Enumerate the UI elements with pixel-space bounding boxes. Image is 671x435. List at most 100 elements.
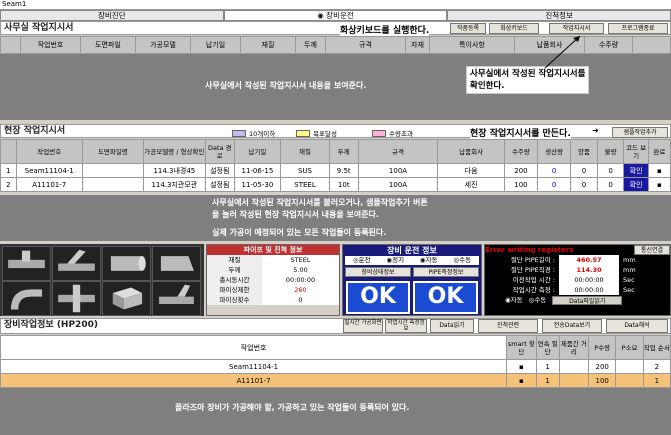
field-header-title: 현장 작업지시서 <box>4 126 66 136</box>
table-row[interactable]: 1 Seam11104-1 114.3내경45 설정됨 11-06-15 SUS… <box>0 163 671 178</box>
cell-pqty: 200 <box>588 359 617 374</box>
col-stock: 자재 <box>406 37 430 53</box>
th: 규격 <box>357 139 439 164</box>
window-title: Seam1 <box>0 0 671 10</box>
callout-keyboard: 화상키보드를 실행한다. <box>340 23 430 36</box>
cross-pipe-icon[interactable] <box>52 281 101 316</box>
elbow-pipe-icon[interactable] <box>2 281 51 316</box>
cell-good: 0 <box>570 163 598 178</box>
th: 연속 절단 <box>535 335 560 360</box>
status-label: 이전작업 시간 : <box>512 276 555 284</box>
tab-operation-label: 장비운전 <box>326 11 354 20</box>
run-options: ◎운전 ◉정지 ◉자동 ◎수동 <box>345 256 479 265</box>
box-pipe-icon[interactable] <box>102 281 151 316</box>
opt-stop[interactable]: ◉정지 <box>386 256 404 265</box>
cell-model: 114.3내경45 <box>142 163 206 178</box>
pipe-value: STEEL <box>262 255 339 265</box>
opt-manual[interactable]: ◎수동 <box>453 256 471 265</box>
cut-pipe-icon[interactable] <box>152 246 201 281</box>
th: 작업번호 <box>15 139 83 164</box>
cell-prod: 0 <box>537 163 572 178</box>
cell-pused <box>615 373 644 388</box>
mode-manual[interactable]: ◎수동 <box>529 295 547 305</box>
tab-diagnosis[interactable]: 장비진단 <box>0 10 224 21</box>
status-row: 작업시간 측정 : 00:00:00 Sec <box>485 285 670 295</box>
cell-no: 1 <box>0 163 17 178</box>
complete-checkbox[interactable]: ▪ <box>647 163 671 178</box>
col-spec: 규격 <box>326 37 406 53</box>
branch-pipe-icon[interactable] <box>152 281 201 316</box>
mode-label: 수동 <box>534 296 547 304</box>
status-unit: mm <box>623 266 636 274</box>
pipe-panel-title: 파이프 및 진척 정보 <box>207 245 339 255</box>
cell-continuous: 1 <box>535 373 560 388</box>
status-panel: Error writing registers 통신연결 절단 PIPE길이 :… <box>484 244 671 316</box>
tab-operation[interactable]: ◉ 장비운전 <box>223 10 448 21</box>
cell-seq: 1 <box>642 373 671 388</box>
tee-pipe-icon[interactable] <box>2 246 51 281</box>
cell-seq: 2 <box>642 359 671 374</box>
equip-table-header: 작업번호 smart 찾단 연속 절단 제품간 거리 P수량 P소요 작업 순서 <box>0 335 671 360</box>
mode-auto[interactable]: ◉자동 <box>505 295 523 305</box>
opt-auto[interactable]: ◉자동 <box>420 256 438 265</box>
cell-continuous: 1 <box>535 359 560 374</box>
legend-under10: 10개이하 <box>232 128 275 138</box>
cell-job: A11101-7 <box>0 373 508 388</box>
table-row-selected[interactable]: A11101-7 ▪ 1 100 1 <box>0 373 671 388</box>
cell-file <box>81 163 144 178</box>
pipe-measure-button[interactable]: PIPE측정정보 <box>413 267 479 277</box>
keyboard-button[interactable]: 화상키보드 <box>489 23 539 34</box>
code-view-button[interactable]: 확인 <box>623 163 649 178</box>
code-view-button[interactable]: 확인 <box>623 177 649 192</box>
opt-run[interactable]: ◎운전 <box>353 256 371 265</box>
smart-checkbox[interactable]: ▪ <box>506 359 537 374</box>
legend-exceed: 수량초과 <box>372 128 413 138</box>
smart-checkbox[interactable]: ▪ <box>506 373 537 388</box>
progress-button[interactable]: 진척관련 <box>478 319 538 333</box>
th: smart 찾단 <box>506 335 537 360</box>
table-row[interactable]: Seam11104-1 ▪ 1 200 2 <box>0 359 671 374</box>
status-unit: Sec <box>623 286 635 294</box>
legend-swatch <box>232 129 246 137</box>
pipe-value: 5.00 <box>262 265 339 275</box>
y-pipe-icon[interactable] <box>52 246 101 281</box>
th: 생산량 <box>537 139 572 164</box>
top-tabs: 장비진단 ◉ 장비운전 진척정보 <box>0 10 671 21</box>
cylinder-icon[interactable] <box>102 246 151 281</box>
cell-thickness: 9.5t <box>328 163 359 178</box>
add-sample-button[interactable]: 샘플작업추가 <box>612 127 668 138</box>
ok-button-1[interactable]: OK <box>346 281 410 314</box>
cell-job: Seam11104-1 <box>0 359 508 374</box>
th: 수주량 <box>503 139 539 164</box>
legend-swatch <box>296 129 310 137</box>
cell-file <box>81 177 144 192</box>
mode-label: 자동 <box>510 296 523 304</box>
cell-company: 다움 <box>437 163 505 178</box>
mode-row: ◉자동 ◎수동 Data파일읽기 <box>485 295 670 305</box>
cell-model: 114.3지관모관 <box>142 177 206 192</box>
th: 제품간 거리 <box>558 335 590 360</box>
th: 재질 <box>280 139 330 164</box>
worktime-button[interactable]: 작업시간 측정정보 <box>385 319 427 333</box>
comm-connect-button[interactable]: 통신연결 <box>634 245 670 255</box>
cell-path: 설정됨 <box>204 163 235 178</box>
data-analysis-button[interactable]: Data해석 <box>606 319 668 333</box>
transfer-data-button[interactable]: 전송Data보기 <box>542 319 602 333</box>
col-material: 재질 <box>241 37 296 53</box>
pipe-row: 총시동시간 00:00:00 <box>207 275 339 285</box>
table-row[interactable]: 2 A11101-7 114.3지관모관 설정됨 11-05-30 STEEL … <box>0 177 671 192</box>
complete-checkbox[interactable]: ▪ <box>647 177 671 192</box>
status-value: 114.30 <box>559 265 619 275</box>
status-value: 460.57 <box>559 255 619 265</box>
register-button[interactable]: 작품등록 <box>450 23 486 34</box>
equip-state-button[interactable]: 장비상태정보 <box>345 267 411 277</box>
callout-check: 사무실에서 작성된 작업지시서를 확인한다. <box>466 66 590 94</box>
data-file-button[interactable]: Data파일읽기 <box>552 295 623 305</box>
realtime-screen-button[interactable]: 실시간 가공화면 <box>343 319 383 333</box>
data-read-button[interactable]: Data읽기 <box>430 319 474 333</box>
th: 도면파일명 <box>81 139 144 164</box>
legend-label: 수량초과 <box>389 130 413 138</box>
ok-button-2[interactable]: OK <box>413 281 478 314</box>
tab-progress[interactable]: 진척정보 <box>447 10 671 21</box>
opt-label: 수동 <box>459 256 472 264</box>
